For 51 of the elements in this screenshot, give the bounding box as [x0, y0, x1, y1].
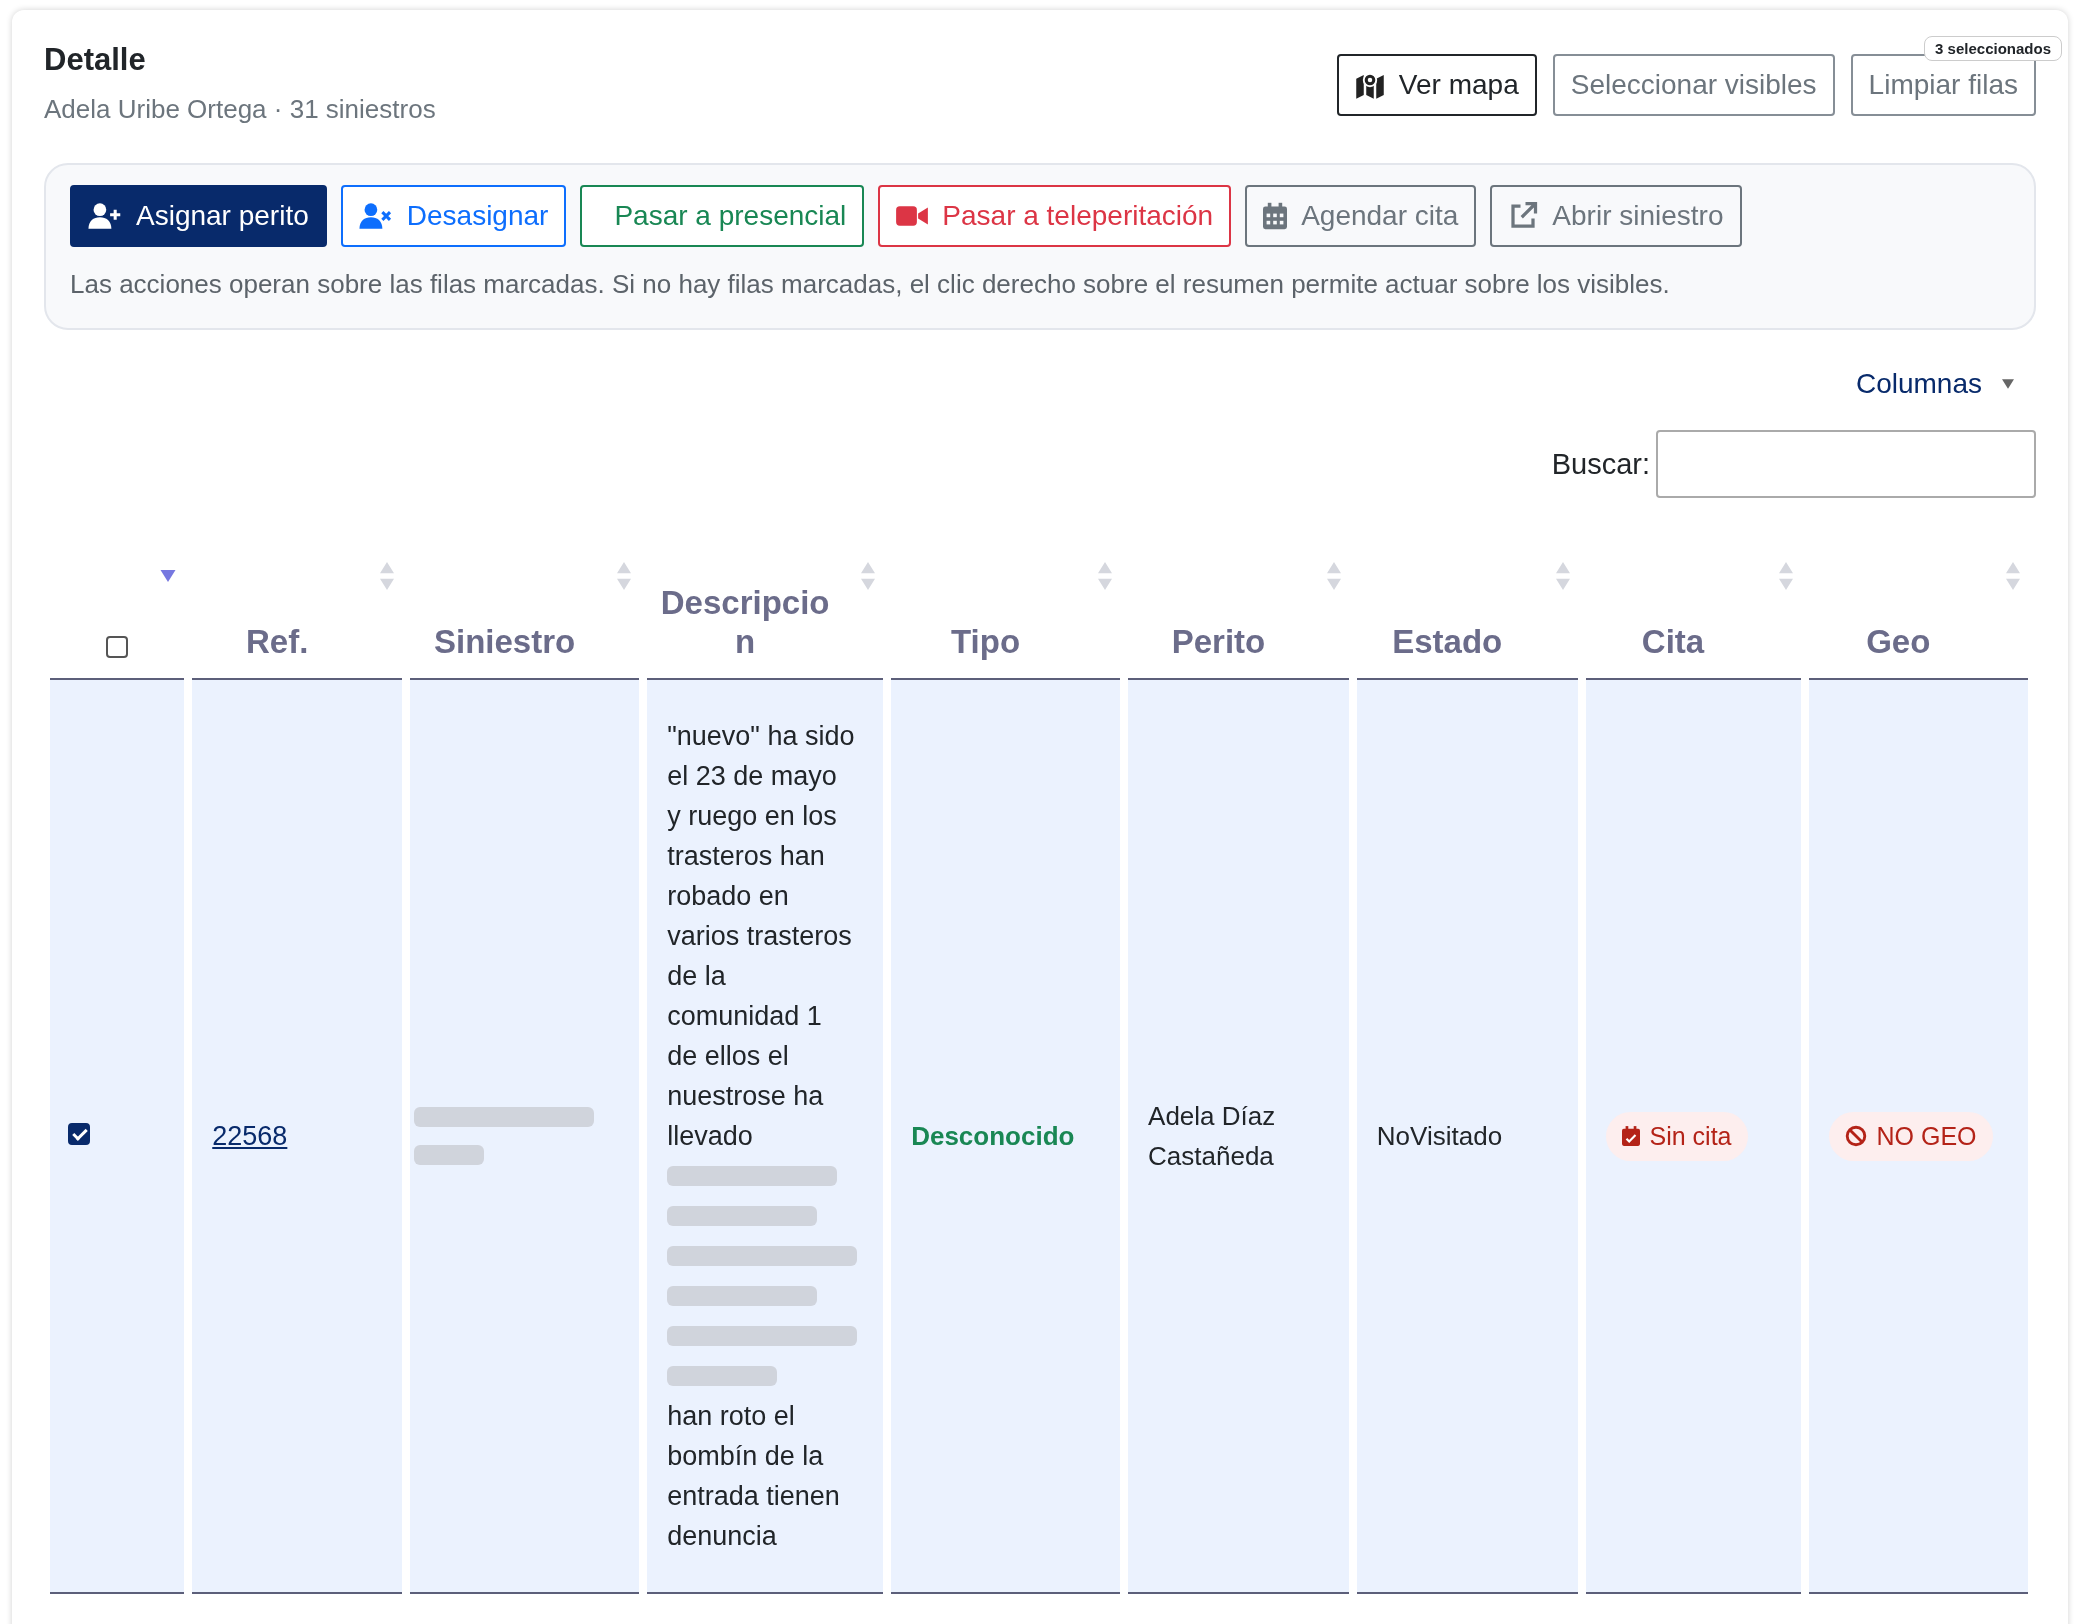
toolbar-button[interactable]: Ver mapa — [1336, 54, 1537, 116]
appointment-badge: Sin cita — [1605, 1111, 1748, 1161]
expert-name: Adela Díaz Castañeda — [1148, 1100, 1277, 1173]
section-title: Detalle — [44, 42, 147, 78]
action-button[interactable]: Desasignar — [340, 185, 567, 247]
search-field[interactable] — [1656, 430, 2036, 498]
claim-type: Desconocido — [911, 1120, 1075, 1151]
column-header[interactable]: Tipo — [951, 623, 1021, 662]
video-camera-icon — [896, 205, 929, 227]
column-header[interactable]: Siniestro — [434, 623, 576, 662]
user-plus-icon — [88, 202, 122, 230]
external-link-icon — [1508, 201, 1539, 231]
column-header[interactable]: Descripcion — [659, 584, 832, 662]
sort-icon[interactable] — [1326, 562, 1341, 590]
section-subtitle: Adela Uribe Ortega · 31 siniestros — [44, 94, 436, 125]
actions-hint: Las acciones operan sobre las filas marcadas. Si no hay filas marcadas, el clic derecho sobre el resumen permite actuar sobre los visibles. — [70, 269, 1671, 300]
sort-icon[interactable] — [380, 562, 395, 590]
user-remove-icon — [358, 202, 393, 230]
status-text: NoVisitado — [1376, 1120, 1504, 1153]
column-header[interactable]: Geo — [1866, 623, 1931, 662]
sort-icon[interactable] — [1555, 562, 1570, 590]
calendar-check-icon — [1621, 1126, 1640, 1146]
sort-icon[interactable] — [2006, 562, 2020, 590]
select-all-checkbox[interactable] — [106, 636, 129, 658]
column-header[interactable]: Perito — [1171, 623, 1266, 662]
toolbar-button[interactable]: Limpiar filas — [1850, 54, 2036, 116]
sort-icon[interactable] — [861, 562, 876, 590]
sort-descending-icon[interactable] — [160, 570, 177, 582]
toolbar-button[interactable]: Seleccionar visibles — [1552, 54, 1835, 116]
calendar-icon — [1263, 202, 1288, 230]
search-label: Buscar: — [1551, 447, 1650, 481]
columns-dropdown[interactable]: Columnas — [1855, 368, 2014, 400]
row-checkbox[interactable] — [68, 1122, 90, 1145]
sort-icon[interactable] — [1098, 562, 1113, 590]
selection-count-badge: 3 seleccionados — [1924, 36, 2062, 61]
column-header[interactable]: Cita — [1641, 623, 1705, 662]
caret-icon — [2002, 379, 2014, 389]
column-header[interactable]: Ref. — [246, 623, 309, 662]
prohibited-icon — [1844, 1125, 1867, 1147]
sort-icon[interactable] — [617, 562, 632, 590]
geolocation-badge: NO GEO — [1828, 1111, 1993, 1161]
reference-link[interactable]: 22568 — [212, 1120, 288, 1151]
action-button[interactable]: Pasar a presencial — [580, 185, 865, 247]
action-button[interactable]: Pasar a teleperitación — [878, 185, 1232, 247]
action-button[interactable]: Abrir siniestro — [1490, 185, 1742, 247]
description-text: "nuevo" ha sido el 23 de mayo y ruego en los trasteros han robado en varios trasteros de la comunidad 1 de ellos el nuestrose ha llevado — [667, 720, 856, 1153]
action-button[interactable]: Agendar cita — [1245, 185, 1477, 247]
sort-icon[interactable] — [1778, 562, 1793, 590]
column-header[interactable]: Estado — [1392, 623, 1503, 662]
description-text: han roto el bombín de la entrada tienen denuncia — [667, 1400, 841, 1553]
action-button[interactable]: Asignar perito — [70, 185, 327, 247]
